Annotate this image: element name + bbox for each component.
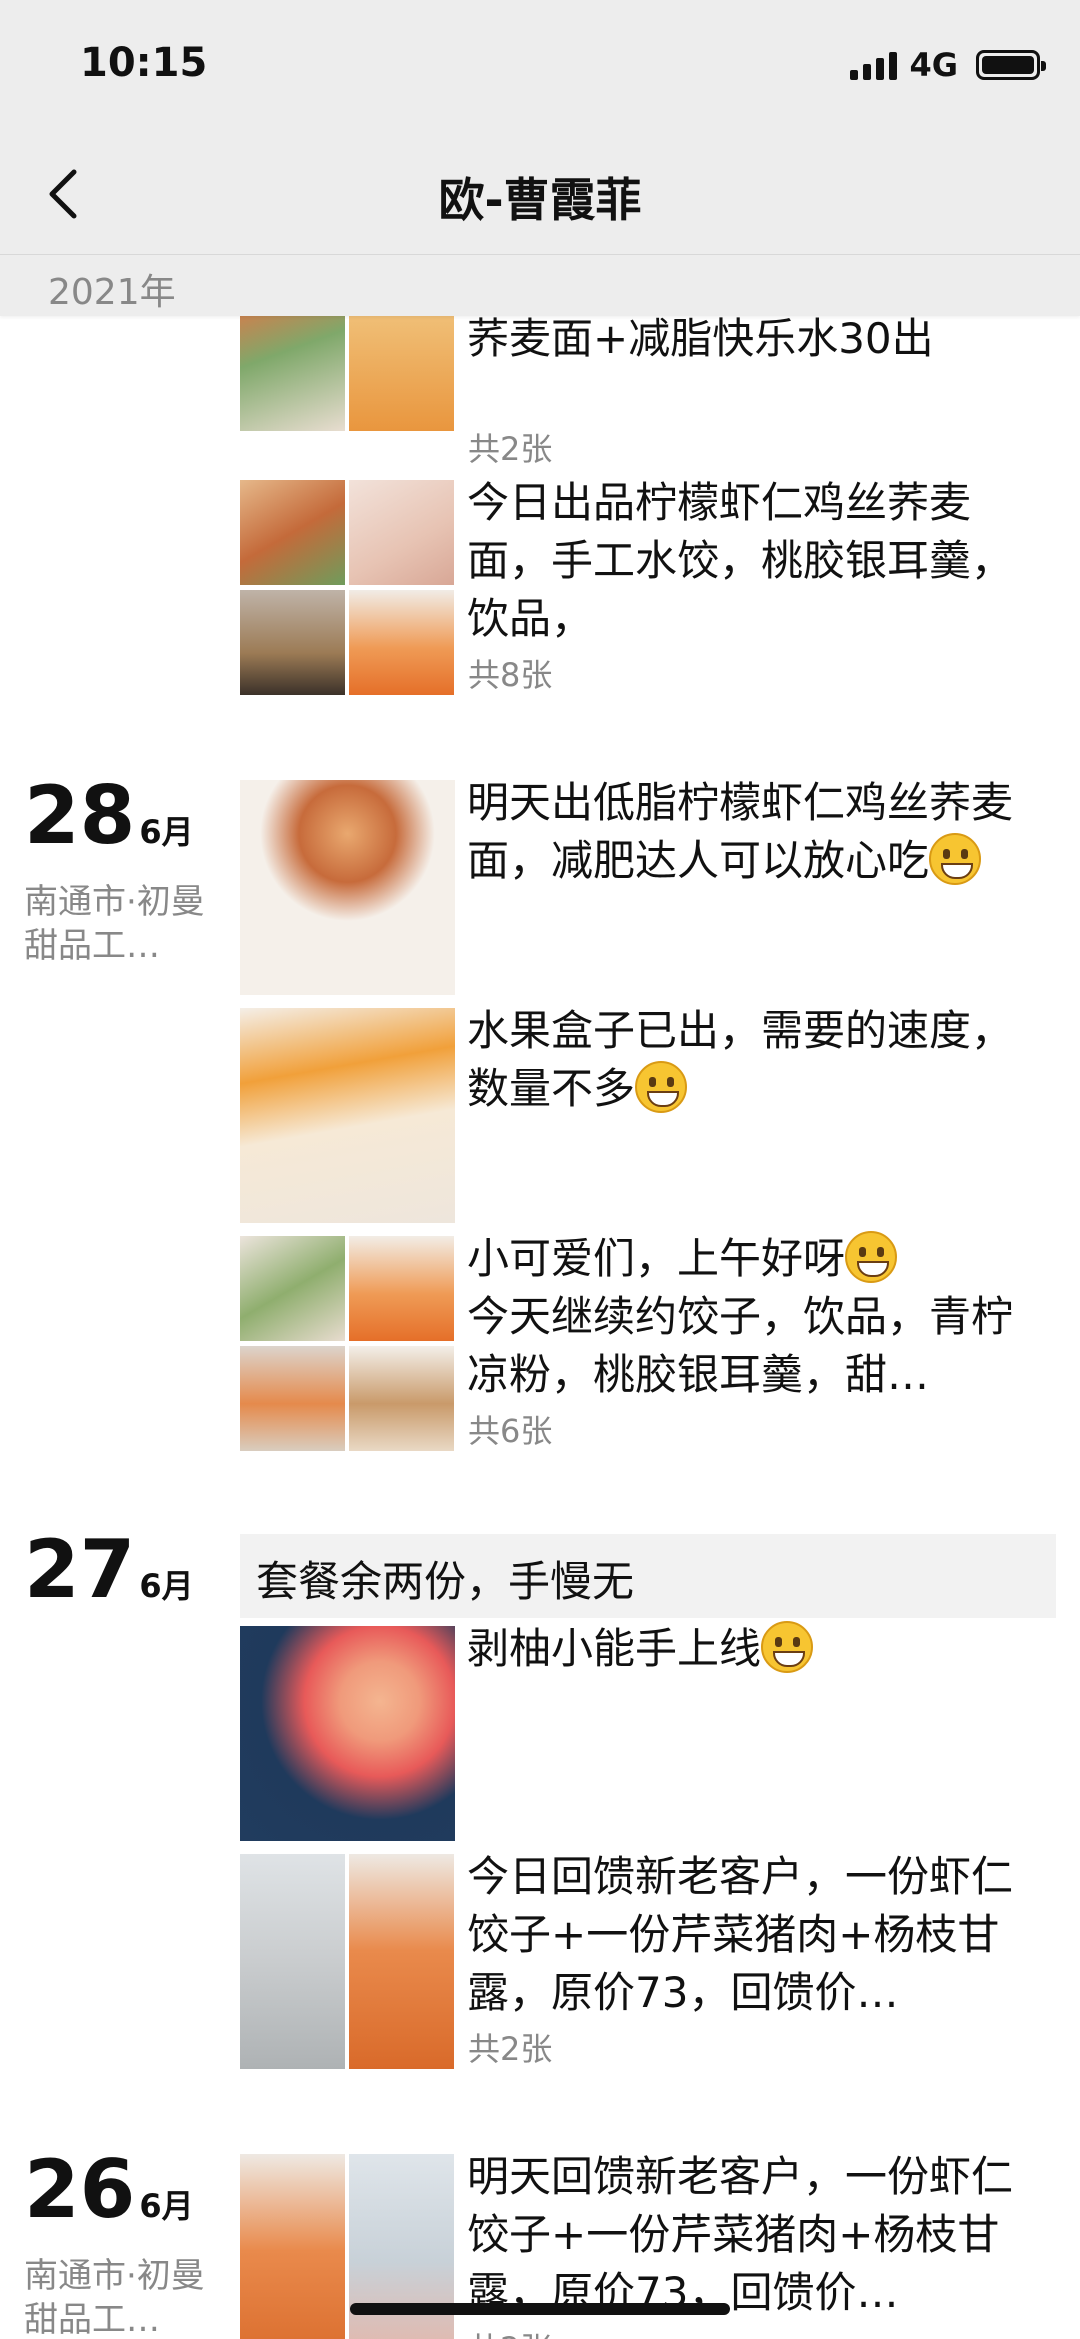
post-text: 今日出品柠檬虾仁鸡丝荞麦面，手工水饺，桃胶银耳羹，饮品， xyxy=(467,478,1014,643)
moment-post[interactable]: 水果盒子已出，需要的速度，数量不多 xyxy=(240,1006,1056,1223)
smile-emoji xyxy=(635,1061,688,1113)
month-label: 6月 xyxy=(139,1567,194,1605)
drink-photo xyxy=(349,1236,454,1341)
post-text: 套餐余两份，手慢无 xyxy=(256,1557,635,1606)
moment-post[interactable]: 今日回馈新老客户，一份虾仁饺子+一份芹菜猪肉+杨枝甘露，原价73，回馈价… 共2… xyxy=(240,1852,1056,2069)
post-text: 明天出低脂柠檬虾仁鸡丝荞麦面，减肥达人可以放心吃 xyxy=(467,778,1014,885)
grin-emoji xyxy=(929,833,982,885)
fruit-box-photo xyxy=(240,1008,455,1223)
moment-post[interactable]: 荞麦面+减脂快乐水30出 共2张 xyxy=(240,216,1056,472)
moments-feed: 荞麦面+减脂快乐水30出 共2张 今日出品柠檬虾仁鸡丝荞麦面，手工水饺，桃胶银耳… xyxy=(0,0,1080,2339)
day-number: 27 xyxy=(24,1523,136,1616)
day-number: 26 xyxy=(24,2143,136,2236)
drink-photo xyxy=(240,1345,345,1451)
month-label: 6月 xyxy=(139,813,194,851)
post-text: 明天回馈新老客户，一份虾仁饺子+一份芹菜猪肉+杨枝甘露，原价73，回馈价… xyxy=(467,2152,1014,2317)
location-label: 南通市·初曼甜品工… xyxy=(24,2256,205,2339)
image-count: 共2张 xyxy=(468,2324,552,2339)
post-text: 剥柚小能手上线 xyxy=(467,1620,1047,1678)
year-header: 2021年 xyxy=(0,254,1080,316)
status-icons: 4G xyxy=(850,46,1046,84)
date-label: 28 6月 南通市·初曼甜品工… xyxy=(24,776,224,968)
page-title: 欧-曹霞菲 xyxy=(438,173,642,227)
wink-emoji xyxy=(845,1231,898,1283)
smile-emoji xyxy=(761,1621,814,1673)
image-count: 共2张 xyxy=(468,430,553,468)
food-photo xyxy=(240,780,455,995)
food-photo xyxy=(240,480,345,585)
dumpling-photo xyxy=(240,1236,345,1341)
dumpling-photo xyxy=(349,480,454,585)
battery-icon xyxy=(976,50,1046,80)
post-thumbnails xyxy=(240,1008,455,1223)
post-text: 水果盒子已出，需要的速度，数量不多 xyxy=(467,1006,1014,1113)
moment-post[interactable]: 今日出品柠檬虾仁鸡丝荞麦面，手工水饺，桃胶银耳羹，饮品， 共8张 xyxy=(240,478,1056,695)
post-text: 小可爱们，上午好呀 今天继续约饺子，饮品，青柠凉粉，桃胶银耳羹，甜… xyxy=(467,1230,1047,1404)
dessert-photo xyxy=(349,1345,454,1451)
dumpling-photo xyxy=(240,1854,345,2069)
nav-bar: 欧-曹霞菲 xyxy=(0,128,1080,254)
moment-post[interactable]: 小可爱们，上午好呀 今天继续约饺子，饮品，青柠凉粉，桃胶银耳羹，甜… 共6张 xyxy=(240,1231,1056,1451)
image-count: 共8张 xyxy=(468,656,553,694)
grapefruit-photo xyxy=(240,1626,455,1841)
moment-post[interactable]: 明天出低脂柠檬虾仁鸡丝荞麦面，减肥达人可以放心吃 xyxy=(240,778,1056,995)
top-header: 10:15 4G 欧-曹霞菲 xyxy=(0,0,1080,255)
drink-photo xyxy=(349,589,454,695)
location-label: 南通市·初曼甜品工… xyxy=(24,882,205,966)
date-label: 26 6月 南通市·初曼甜品工… xyxy=(24,2150,224,2339)
drink-photo xyxy=(240,2154,345,2339)
post-thumbnails xyxy=(240,780,455,995)
month-label: 6月 xyxy=(139,2187,194,2225)
post-thumbnails xyxy=(240,1854,455,2069)
drink-photo xyxy=(349,1854,454,2069)
post-text: 荞麦面+减脂快乐水30出 xyxy=(467,314,934,363)
text-only-post[interactable]: 套餐余两份，手慢无 xyxy=(240,1534,1056,1618)
date-label: 27 6月 xyxy=(24,1530,194,1610)
post-thumbnails xyxy=(240,480,455,695)
home-indicator[interactable] xyxy=(350,2303,730,2315)
image-count: 共6张 xyxy=(468,1412,553,1450)
post-thumbnails xyxy=(240,1626,455,1841)
network-label: 4G xyxy=(909,46,958,84)
post-text: 今日回馈新老客户，一份虾仁饺子+一份芹菜猪肉+杨枝甘露，原价73，回馈价… xyxy=(467,1852,1014,2017)
dessert-photo xyxy=(240,589,345,695)
image-count: 共2张 xyxy=(468,2030,553,2068)
moment-post[interactable]: 剥柚小能手上线 xyxy=(240,1621,1056,1841)
day-number: 28 xyxy=(24,769,136,862)
signal-icon xyxy=(850,50,898,80)
post-thumbnails xyxy=(240,1236,455,1451)
year-label: 2021年 xyxy=(48,272,176,313)
status-time: 10:15 xyxy=(80,40,208,86)
